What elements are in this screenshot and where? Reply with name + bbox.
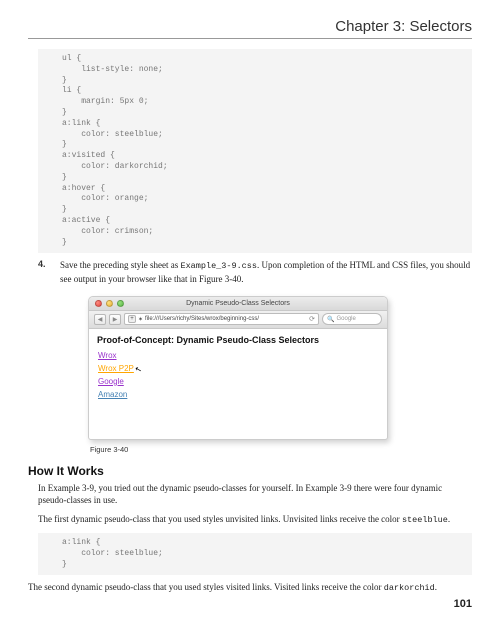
browser-titlebar: Dynamic Pseudo-Class Selectors [89, 297, 387, 311]
browser-window: Dynamic Pseudo-Class Selectors ◀ ▶ + ✶ f… [88, 296, 388, 440]
figure-caption: Figure 3-40 [90, 445, 472, 454]
address-bar[interactable]: + ✶ file:///Users/richy/Sites/wrox/begin… [124, 313, 319, 325]
para3-code: darkorchid [384, 583, 435, 593]
close-icon[interactable] [95, 300, 102, 307]
para2-b: . [448, 514, 450, 524]
para3-a: The second dynamic pseudo-class that you… [28, 582, 384, 592]
how-it-works-heading: How It Works [28, 464, 472, 478]
search-input[interactable]: 🔍 Google [322, 313, 382, 325]
step-code: Example_3-9.css [180, 261, 257, 271]
link-label: Wrox P2P [98, 364, 134, 373]
window-title: Dynamic Pseudo-Class Selectors [89, 300, 387, 307]
link-list: Wrox Wrox P2P ↖ Google Amazon [98, 351, 379, 399]
browser-content: Proof-of-Concept: Dynamic Pseudo-Class S… [89, 329, 387, 439]
link-amazon[interactable]: Amazon [98, 390, 127, 399]
back-button[interactable]: ◀ [94, 314, 106, 325]
step-text-a: Save the preceding style sheet as [60, 260, 180, 270]
reload-icon[interactable]: ⟳ [309, 315, 315, 323]
page-number: 101 [454, 598, 472, 610]
link-wrox-p2p[interactable]: Wrox P2P ↖ [98, 364, 134, 373]
figure-3-40: Dynamic Pseudo-Class Selectors ◀ ▶ + ✶ f… [88, 296, 472, 454]
hiw-para-2: The first dynamic pseudo-class that you … [38, 513, 472, 527]
minimize-icon[interactable] [106, 300, 113, 307]
address-text: file:///Users/richy/Sites/wrox/beginning… [145, 316, 259, 322]
step-text: Save the preceding style sheet as Exampl… [60, 259, 472, 285]
link-google[interactable]: Google [98, 377, 124, 386]
page-icon: ✶ [138, 316, 143, 323]
page-heading: Proof-of-Concept: Dynamic Pseudo-Class S… [97, 335, 379, 345]
step-4: 4. Save the preceding style sheet as Exa… [38, 259, 472, 285]
para2-code: steelblue [402, 515, 448, 525]
para3-b: . [435, 582, 437, 592]
add-bookmark-icon[interactable]: + [128, 315, 136, 323]
link-wrox[interactable]: Wrox [98, 351, 117, 360]
cursor-icon: ↖ [134, 364, 143, 374]
code-block-2: a:link { color: steelblue; } [38, 533, 472, 575]
hiw-para-1: In Example 3-9, you tried out the dynami… [38, 482, 472, 507]
step-number: 4. [38, 259, 50, 285]
hiw-para-3: The second dynamic pseudo-class that you… [28, 581, 472, 595]
code-block-1: ul { list-style: none; } li { margin: 5p… [38, 49, 472, 253]
search-icon: 🔍 [327, 316, 334, 323]
search-placeholder: Google [336, 316, 355, 322]
maximize-icon[interactable] [117, 300, 124, 307]
chapter-title: Chapter 3: Selectors [28, 18, 472, 39]
para2-a: The first dynamic pseudo-class that you … [38, 514, 402, 524]
browser-toolbar: ◀ ▶ + ✶ file:///Users/richy/Sites/wrox/b… [89, 311, 387, 329]
forward-button[interactable]: ▶ [109, 314, 121, 325]
